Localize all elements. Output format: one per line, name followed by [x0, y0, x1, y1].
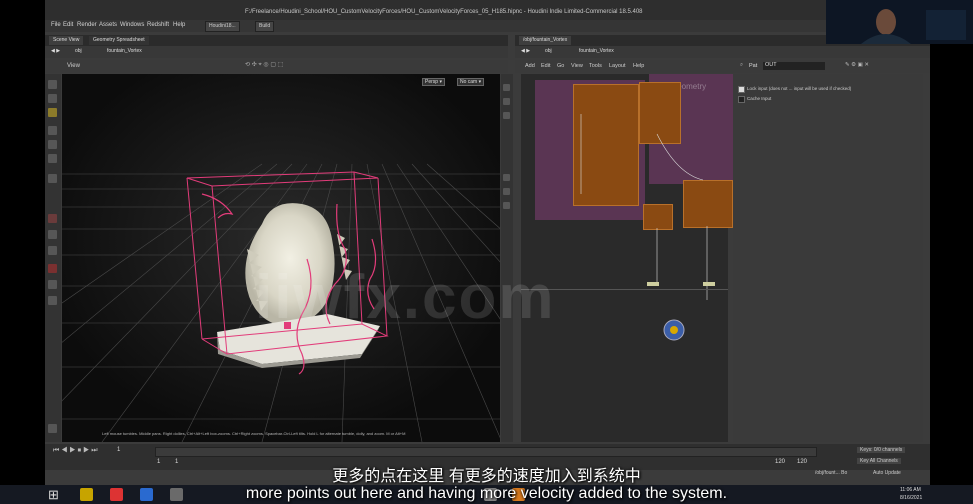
menu-windows[interactable]: Windows: [120, 22, 144, 28]
lock-input-label: Lock input (does not ... input will be u…: [747, 86, 852, 91]
viewport-tool-icons[interactable]: ⟲ ✣ ⌖ ◎ ▢ ⬚: [245, 61, 283, 69]
point-tool-icon[interactable]: [48, 246, 57, 255]
move-tool-icon[interactable]: [48, 94, 57, 103]
path-obj[interactable]: obj: [75, 48, 82, 54]
view-label: View: [67, 63, 80, 69]
webcam-overlay: [826, 0, 973, 44]
network-editor[interactable]: Geometry: [521, 74, 739, 442]
left-pane-tabbar: Scene View Geometry Spreadsheet: [45, 35, 508, 46]
view-tool-icon[interactable]: [48, 126, 57, 135]
viewport-left-toolbar: [45, 74, 61, 442]
network-wires: [580, 114, 715, 341]
camera-menu[interactable]: No cam ▾: [457, 78, 485, 86]
tab-geometry-spreadsheet[interactable]: Geometry Spreadsheet: [89, 36, 149, 45]
display-option-icon[interactable]: [503, 84, 510, 91]
back-icon[interactable]: ◀ ▶: [51, 48, 60, 54]
tab-scene-view[interactable]: Scene View: [49, 36, 84, 45]
net-menu-edit[interactable]: Edit: [541, 63, 550, 69]
lights-icon[interactable]: [503, 174, 510, 181]
cache-input-label: Cache Input: [747, 96, 772, 101]
record-tool-icon[interactable]: [48, 264, 57, 273]
param-search-label: Pat: [749, 63, 758, 69]
current-frame[interactable]: 1: [117, 447, 120, 453]
net-menu-add[interactable]: Add: [525, 63, 535, 69]
net-menu-view[interactable]: View: [571, 63, 583, 69]
select-tool-icon[interactable]: [48, 80, 57, 89]
net-menu-go[interactable]: Go: [557, 63, 564, 69]
subtitle-chinese: 更多的点在这里 有更多的速度加入到系统中: [332, 468, 641, 485]
brush-tool-icon[interactable]: [48, 154, 57, 163]
persp-menu[interactable]: Persp ▾: [422, 78, 445, 86]
pose-tool-icon[interactable]: [48, 140, 57, 149]
search-icon[interactable]: ⌕: [740, 62, 743, 69]
subtitle-english: more points out here and having more vel…: [245, 485, 728, 502]
presenter-avatar: [826, 0, 973, 44]
build-tab[interactable]: Build: [255, 21, 275, 32]
light-tool-icon[interactable]: [48, 296, 57, 305]
menu-edit[interactable]: Edit: [63, 22, 73, 28]
window-title: F:/Freelance/Houdini_School/HOU_CustomVe…: [245, 9, 643, 15]
desk-tab[interactable]: Houdini18...: [205, 21, 240, 32]
playback-controls[interactable]: ⏮ ◀ ▶ ⏹ ▶ ⏭: [53, 447, 98, 455]
menu-render[interactable]: Render: [77, 22, 97, 28]
watermark-text: iiwfx.com: [255, 263, 556, 332]
net-menu-help[interactable]: Help: [633, 63, 644, 69]
grid-tool-icon[interactable]: [48, 230, 57, 239]
left-path-bar: ◀ ▶ obj fountain_Vortex: [45, 46, 508, 58]
settings-tool-icon[interactable]: [48, 424, 57, 433]
viewport-toolbar: View ⟲ ✣ ⌖ ◎ ▢ ⬚: [45, 60, 508, 73]
parameters-pane: Lock input (does not ... input will be u…: [733, 74, 923, 442]
menu-help[interactable]: Help: [173, 22, 185, 28]
keys-channels[interactable]: Keys: 0/0 channels: [857, 447, 906, 453]
param-search-field[interactable]: OUT: [763, 62, 825, 70]
nav-arrows-icon[interactable]: ◀ ▶: [521, 48, 530, 54]
viewport-scene: [62, 74, 500, 442]
right-path-node[interactable]: fountain_Vortex: [579, 48, 614, 54]
viewport-status-text: Left mouse tumbles. Middle pans. Right d…: [102, 431, 406, 436]
shading-icon[interactable]: [503, 98, 510, 105]
params-tool-icons[interactable]: ✎ ⚙ ▣ ✕: [845, 62, 869, 68]
network-menubar: Add Edit Go View Tools Layout Help ⌕ Pat…: [515, 60, 930, 73]
net-menu-layout[interactable]: Layout: [609, 63, 626, 69]
camera-tool-icon[interactable]: [48, 280, 57, 289]
normals-icon[interactable]: [503, 202, 510, 209]
main-menubar: File Edit Render Assets Windows Redshift…: [45, 20, 930, 32]
lock-input-checkbox[interactable]: [738, 86, 745, 93]
points-icon[interactable]: [503, 188, 510, 195]
right-path-obj[interactable]: obj: [545, 48, 552, 54]
path-node[interactable]: fountain_Vortex: [107, 48, 142, 54]
net-menu-tools[interactable]: Tools: [589, 63, 602, 69]
frame-scrubber[interactable]: [155, 447, 817, 457]
handle-tool-icon[interactable]: [48, 108, 57, 117]
wireframe-icon[interactable]: [503, 112, 510, 119]
menu-redshift[interactable]: Redshift: [147, 22, 169, 28]
tab-network[interactable]: /obj/fountain_Vortex: [519, 36, 572, 45]
scene-viewport[interactable]: Persp ▾ No cam ▾ Left mouse tumbles. Mid…: [62, 74, 500, 442]
magnet-tool-icon[interactable]: [48, 214, 57, 223]
snap-tool-icon[interactable]: [48, 174, 57, 183]
menu-file[interactable]: File: [51, 22, 61, 28]
viewport-right-toolbar: [501, 74, 513, 442]
right-path-bar: ◀ ▶ obj fountain_Vortex: [515, 46, 930, 58]
menu-assets[interactable]: Assets: [99, 22, 117, 28]
houdini-window: F:/Freelance/Houdini_School/HOU_CustomVe…: [45, 0, 930, 485]
cache-input-checkbox[interactable]: [738, 96, 745, 103]
window-titlebar: F:/Freelance/Houdini_School/HOU_CustomVe…: [45, 0, 930, 20]
